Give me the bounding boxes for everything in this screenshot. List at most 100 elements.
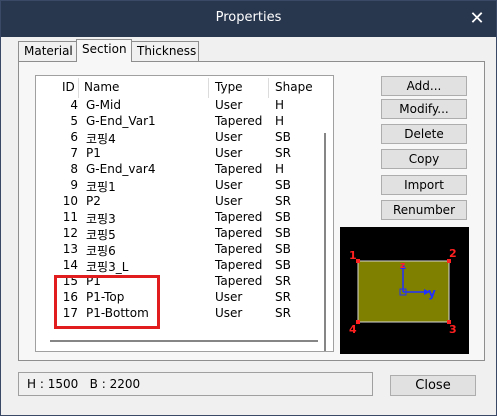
y-axis-label: y [428,286,436,300]
cell-name: 코핑3 [86,212,116,226]
table-row[interactable]: 15 P1 Tapered SR [36,274,326,290]
cell-type: Tapered [215,258,263,272]
cell-shape: SB [275,210,291,224]
table-row[interactable]: 7 P1 User SR [36,146,326,162]
section-list[interactable]: ID Name Type Shape 4 G-Mid User H 5 G-End_Va… [35,75,334,352]
cell-type: User [215,98,243,112]
cell-type: User [215,194,243,208]
cell-type: User [215,130,243,144]
tab-material[interactable]: Material [18,41,77,61]
section-preview: 1 2 3 4 z y [340,227,469,354]
horizontal-scrollbar[interactable] [50,340,318,342]
cell-shape: SB [275,242,291,256]
corner-label-3: 3 [449,323,457,336]
table-row[interactable]: 17 P1-Bottom User SR [36,306,326,322]
add-button[interactable]: Add... [381,76,467,96]
cell-id: 10 [62,194,78,208]
cell-shape: SR [275,194,291,208]
cell-type: Tapered [215,274,263,288]
tab-section[interactable]: Section [76,39,132,62]
cell-shape: H [275,98,285,112]
cell-name: 코핑6 [86,244,116,258]
cell-id: 17 [62,306,78,320]
cell-name: P1-Top [86,290,125,304]
cell-shape: H [275,114,285,128]
cell-type: Tapered [215,114,263,128]
cell-id: 16 [62,290,78,304]
cell-id: 6 [70,130,78,144]
cell-id: 9 [70,178,78,192]
cell-shape: SB [275,130,291,144]
close-button[interactable]: Close [390,375,476,396]
cell-name: G-End_Var1 [86,114,156,128]
cell-id: 4 [70,98,78,112]
cell-id: 15 [62,274,78,288]
cell-type: Tapered [215,210,263,224]
cell-id: 7 [70,146,78,160]
cell-shape: SB [275,226,291,240]
cell-shape: SB [275,258,291,272]
list-header: ID Name Type Shape [36,76,333,100]
table-row[interactable]: 12 코핑5 Tapered SB [36,226,326,242]
cell-type: User [215,306,243,320]
vertical-scrollbar[interactable] [324,133,326,351]
renumber-button[interactable]: Renumber [381,200,467,220]
corner-label-4: 4 [349,323,357,336]
table-row[interactable]: 4 G-Mid User H [36,98,326,114]
column-header-id[interactable]: ID [62,80,75,94]
status-text: H : 1500 B : 2200 [27,377,141,391]
window-title: Properties [215,10,282,25]
cell-id: 11 [62,210,78,224]
cell-name: G-Mid [86,98,121,112]
title-bar: Properties ✕ [1,1,496,37]
table-row[interactable]: 16 P1-Top User SR [36,290,326,306]
cell-name: P1 [86,146,101,160]
cell-name: 코핑3_L [86,260,129,274]
list-rows: 4 G-Mid User H 5 G-End_Var1 Tapered H 6 코핑4 User… [36,98,326,322]
cell-shape: SR [275,306,291,320]
table-row[interactable]: 9 코핑1 User SB [36,178,326,194]
cell-shape: SR [275,290,291,304]
table-row[interactable]: 10 P2 User SR [36,194,326,210]
table-row[interactable]: 11 코핑3 Tapered SB [36,210,326,226]
corner-label-2: 2 [449,247,457,260]
column-header-type[interactable]: Type [215,80,243,94]
tab-thickness[interactable]: Thickness [131,41,199,61]
cell-name: 코핑4 [86,132,116,146]
column-header-name[interactable]: Name [84,80,119,94]
table-row[interactable]: 8 G-End_var4 Tapered H [36,162,326,178]
table-row[interactable]: 14 코핑3_L Tapered SB [36,258,326,274]
cell-name: P1-Bottom [86,306,149,320]
table-row[interactable]: 5 G-End_Var1 Tapered H [36,114,326,130]
import-button[interactable]: Import [381,175,467,195]
status-bar: H : 1500 B : 2200 [18,372,373,396]
cell-shape: SR [275,146,291,160]
cell-name: P1 [86,274,101,288]
cell-name: 코핑1 [86,180,116,194]
cell-name: P2 [86,194,101,208]
modify-button[interactable]: Modify... [381,99,467,119]
cell-name: 코핑5 [86,228,116,242]
corner-label-1: 1 [349,249,357,262]
cell-type: Tapered [215,242,263,256]
cell-type: User [215,290,243,304]
copy-button[interactable]: Copy [381,149,467,169]
cell-type: User [215,178,243,192]
cell-shape: H [275,162,285,176]
cell-id: 14 [62,258,78,272]
table-row[interactable]: 13 코핑6 Tapered SB [36,242,326,258]
cell-type: User [215,146,243,160]
table-row[interactable]: 6 코핑4 User SB [36,130,326,146]
column-header-shape[interactable]: Shape [275,80,313,94]
cell-id: 13 [62,242,78,256]
z-axis-label: z [400,261,405,271]
cell-shape: SR [275,274,291,288]
cell-name: G-End_var4 [86,162,156,176]
cell-id: 8 [70,162,78,176]
cell-type: Tapered [215,162,263,176]
cell-shape: SB [275,178,291,192]
delete-button[interactable]: Delete [381,124,467,144]
close-icon[interactable]: ✕ [466,8,488,30]
cell-type: Tapered [215,226,263,240]
cell-id: 12 [62,226,78,240]
